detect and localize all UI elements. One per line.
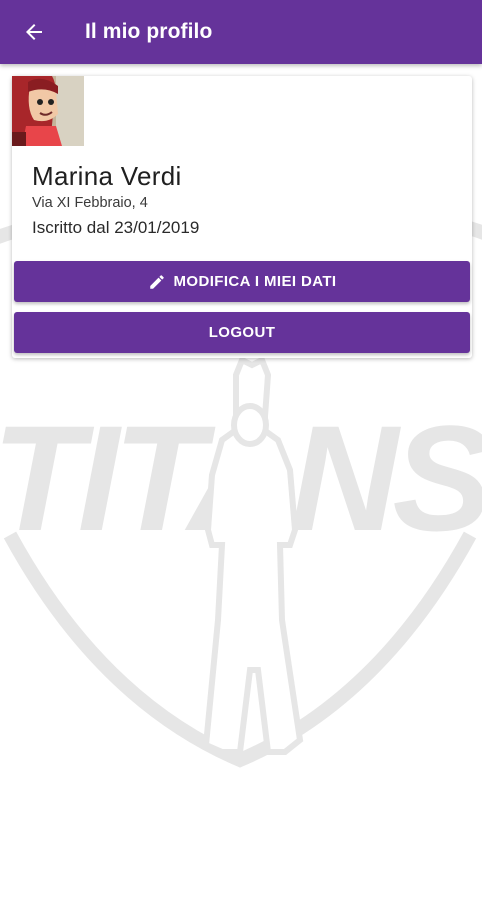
edit-profile-button[interactable]: MODIFICA I MIEI DATI xyxy=(14,261,470,302)
profile-card: Marina Verdi Via XI Febbraio, 4 Iscritto… xyxy=(12,76,472,358)
page-title: Il mio profilo xyxy=(85,20,213,43)
user-name: Marina Verdi xyxy=(32,161,182,191)
app-bar: Il mio profilo xyxy=(0,0,482,64)
profile-screen: TITANS Il mio profilo xyxy=(0,0,482,900)
arrow-back-icon xyxy=(26,24,42,40)
user-address: Via XI Febbraio, 4 xyxy=(32,195,148,211)
avatar[interactable] xyxy=(12,76,84,146)
logout-button[interactable]: LOGOUT xyxy=(14,312,470,353)
back-button[interactable] xyxy=(14,12,54,52)
avatar-image xyxy=(12,76,84,146)
edit-profile-label: MODIFICA I MIEI DATI xyxy=(173,273,337,290)
member-since: Iscritto dal 23/01/2019 xyxy=(32,218,200,237)
pencil-icon xyxy=(148,273,166,291)
logout-label: LOGOUT xyxy=(208,324,276,341)
